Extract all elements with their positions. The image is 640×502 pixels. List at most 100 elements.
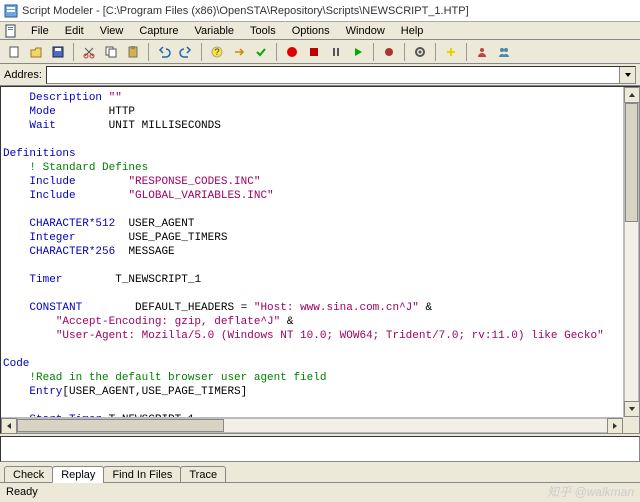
tab-replay[interactable]: Replay bbox=[52, 466, 104, 483]
str: "Host: www.sina.com.cn^J" bbox=[254, 302, 419, 314]
kw: CONSTANT bbox=[29, 302, 82, 314]
str: "" bbox=[109, 92, 122, 104]
address-combo[interactable] bbox=[46, 66, 636, 84]
address-bar: Addres: bbox=[0, 64, 640, 86]
type: CHARACTER*512 bbox=[29, 218, 115, 230]
app-icon bbox=[4, 4, 18, 18]
settings-button[interactable] bbox=[410, 42, 430, 62]
menu-edit[interactable]: Edit bbox=[58, 24, 91, 38]
output-tabs: Check Replay Find In Files Trace bbox=[0, 462, 640, 482]
code-text bbox=[76, 190, 129, 202]
code-text bbox=[3, 302, 29, 314]
save-button[interactable] bbox=[48, 42, 68, 62]
separator bbox=[466, 43, 467, 61]
tab-check[interactable]: Check bbox=[4, 466, 53, 483]
code-text bbox=[62, 274, 115, 286]
code-text bbox=[3, 372, 29, 384]
kw: Include bbox=[29, 176, 75, 188]
str: "GLOBAL_VARIABLES.INC" bbox=[128, 190, 273, 202]
code-text: T_NEWSCRIPT_1 bbox=[115, 274, 201, 286]
arrow-button[interactable] bbox=[229, 42, 249, 62]
code-text bbox=[3, 246, 29, 258]
menu-view[interactable]: View bbox=[93, 24, 131, 38]
code-text bbox=[76, 176, 129, 188]
kw: Entry bbox=[29, 386, 62, 398]
pause-button[interactable] bbox=[326, 42, 346, 62]
user-button[interactable] bbox=[472, 42, 492, 62]
code-text bbox=[115, 246, 128, 258]
status-bar: Ready 知乎 @walkman bbox=[0, 482, 640, 500]
menu-window[interactable]: Window bbox=[339, 24, 392, 38]
code-text bbox=[3, 162, 29, 174]
breakpoint-button[interactable] bbox=[379, 42, 399, 62]
kw: Code bbox=[3, 358, 29, 370]
code-text bbox=[3, 92, 29, 104]
editor-pane: Description "" Mode HTTP Wait UNIT MILLI… bbox=[0, 86, 640, 434]
redo-button[interactable] bbox=[176, 42, 196, 62]
menu-capture[interactable]: Capture bbox=[132, 24, 185, 38]
horizontal-scrollbar[interactable] bbox=[1, 417, 623, 433]
code-text bbox=[3, 190, 29, 202]
code-text: & bbox=[419, 302, 432, 314]
window-title: Script Modeler - [C:\Program Files (x86)… bbox=[22, 5, 469, 17]
kw: Wait bbox=[29, 120, 55, 132]
kw: Timer bbox=[29, 274, 62, 286]
separator bbox=[201, 43, 202, 61]
help-button[interactable]: ? bbox=[207, 42, 227, 62]
undo-button[interactable] bbox=[154, 42, 174, 62]
vertical-scrollbar[interactable] bbox=[623, 87, 639, 417]
menu-bar: File Edit View Capture Variable Tools Op… bbox=[0, 22, 640, 40]
kw: Mode bbox=[29, 106, 55, 118]
code-text: MESSAGE bbox=[128, 246, 174, 258]
code-text bbox=[3, 106, 29, 118]
menu-options[interactable]: Options bbox=[285, 24, 337, 38]
users-button[interactable] bbox=[494, 42, 514, 62]
code-text bbox=[56, 120, 109, 132]
add-var-button[interactable] bbox=[441, 42, 461, 62]
separator bbox=[148, 43, 149, 61]
separator bbox=[404, 43, 405, 61]
separator bbox=[73, 43, 74, 61]
cut-button[interactable] bbox=[79, 42, 99, 62]
code-text bbox=[3, 120, 29, 132]
comment: !Read in the default browser user agent … bbox=[29, 372, 326, 384]
scroll-up-icon[interactable] bbox=[624, 87, 640, 103]
run-button[interactable] bbox=[348, 42, 368, 62]
scroll-thumb[interactable] bbox=[17, 419, 224, 432]
separator bbox=[373, 43, 374, 61]
code-text bbox=[3, 218, 29, 230]
scroll-corner bbox=[623, 417, 639, 433]
scroll-left-icon[interactable] bbox=[1, 418, 17, 434]
open-button[interactable] bbox=[26, 42, 46, 62]
code-editor[interactable]: Description "" Mode HTTP Wait UNIT MILLI… bbox=[1, 87, 639, 417]
code-text bbox=[3, 232, 29, 244]
toolbar: ? bbox=[0, 40, 640, 64]
dropdown-icon[interactable] bbox=[619, 67, 635, 83]
kw: Definitions bbox=[3, 148, 76, 160]
paste-button[interactable] bbox=[123, 42, 143, 62]
stop-button[interactable] bbox=[304, 42, 324, 62]
kw: Description bbox=[29, 92, 102, 104]
scroll-right-icon[interactable] bbox=[607, 418, 623, 434]
menu-file[interactable]: File bbox=[24, 24, 56, 38]
code-text bbox=[56, 106, 109, 118]
scroll-track[interactable] bbox=[624, 103, 639, 401]
scroll-thumb[interactable] bbox=[625, 103, 638, 222]
menu-help[interactable]: Help bbox=[394, 24, 431, 38]
code-text bbox=[3, 176, 29, 188]
scroll-track[interactable] bbox=[17, 418, 607, 433]
menu-tools[interactable]: Tools bbox=[243, 24, 283, 38]
code-text bbox=[82, 302, 135, 314]
menu-variable[interactable]: Variable bbox=[188, 24, 242, 38]
output-pane[interactable] bbox=[0, 436, 640, 462]
check-button[interactable] bbox=[251, 42, 271, 62]
copy-button[interactable] bbox=[101, 42, 121, 62]
code-text: USER_AGENT bbox=[128, 218, 194, 230]
tab-trace[interactable]: Trace bbox=[180, 466, 226, 483]
record-button[interactable] bbox=[282, 42, 302, 62]
type: Integer bbox=[29, 232, 75, 244]
scroll-down-icon[interactable] bbox=[624, 401, 640, 417]
separator bbox=[435, 43, 436, 61]
new-button[interactable] bbox=[4, 42, 24, 62]
tab-find-in-files[interactable]: Find In Files bbox=[103, 466, 181, 483]
